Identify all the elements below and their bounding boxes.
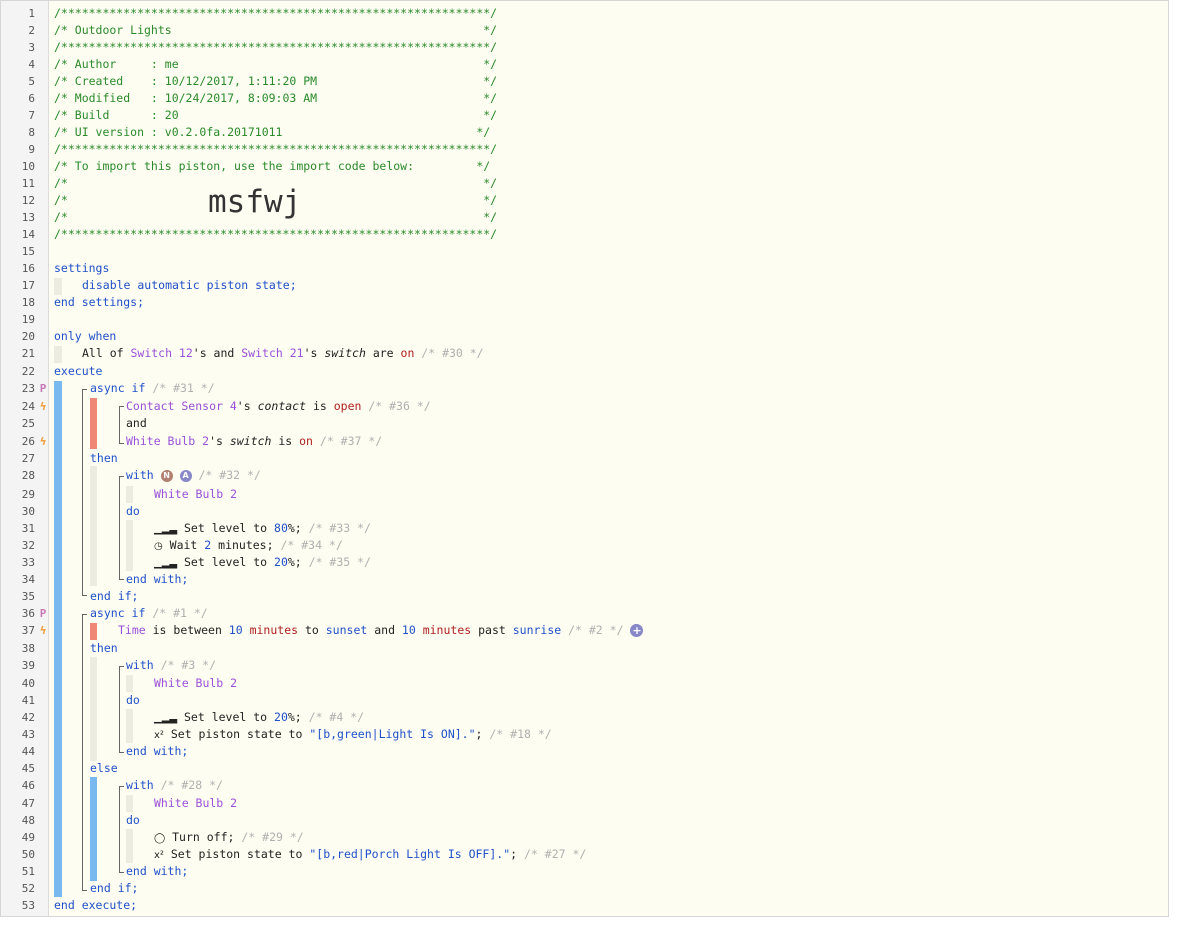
action-text: Wait [162,538,205,552]
execute-end: end execute; [54,898,138,912]
statement-id: /* #33 */ [301,521,371,535]
statement-id: /* #3 */ [153,658,217,672]
signal-bars-icon: ▁▂▃ [154,713,178,724]
execute-keyword: execute [54,364,103,378]
statement-id: /* #4 */ [301,710,365,724]
import-code[interactable]: msfwj [208,184,301,220]
if2-else-action-1[interactable]: ◯ Turn off; /* #29 */ [154,829,304,847]
lightning-icon: ϟ [39,400,47,413]
settings-statement[interactable]: disable automatic piston state; [82,277,297,294]
superscript-x-icon: x² [154,850,164,861]
statement-id: /* #29 */ [234,830,304,844]
superscript-x-icon: x² [154,730,164,741]
if2-action-1[interactable]: ▁▂▃ Set level to 20%; /* #4 */ [154,709,364,727]
header-title: /* Outdoor Lights */ [54,23,498,37]
statement-id: /* #18 */ [482,727,552,741]
action-text: Set piston state to [163,727,310,741]
with-keyword: with [126,778,154,792]
power-icon: ◯ [154,833,166,844]
statement-id: /* #35 */ [301,555,371,569]
if1-end-if: end if; [90,589,139,603]
n-badge-icon: N [160,469,173,482]
value-text: on [400,346,415,360]
action-text: Set piston state to [163,847,310,861]
if2-with[interactable]: with /* #3 */ [126,657,216,674]
if1-action-3[interactable]: ▁▂▃ Set level to 20%; /* #35 */ [154,554,371,572]
value-number: 20 [274,710,288,724]
if2-else-end-with: end with; [126,864,189,878]
a-badge-icon: A [179,469,192,482]
header-import-line: /* To import this piston, use the import… [54,159,491,173]
action-text: Turn off; [165,830,235,844]
if2-end-with: end with; [126,744,189,758]
if2-end-if: end if; [90,881,139,895]
p-icon: P [39,382,47,395]
if1-action-1[interactable]: ▁▂▃ Set level to 80%; /* #33 */ [154,520,371,538]
line-number: 15 [21,245,35,258]
if1-do: do [126,504,140,518]
action-text: Set level to [177,555,275,569]
only-when-condition[interactable]: All of Switch 12's and Switch 21's switc… [82,345,484,362]
header-border: /***************************************… [54,142,498,156]
if1-then: then [90,451,118,465]
header-created: /* Created : 10/12/2017, 1:11:20 PM */ [54,74,498,88]
if2-do: do [126,693,140,707]
action-text: %; [287,555,302,569]
statement-id: /* #30 */ [414,346,484,360]
if2-else: else [90,761,118,775]
cond-text: All of [82,346,131,360]
if2-else-with[interactable]: with /* #28 */ [126,777,223,794]
device-name: Switch 12 [130,346,193,360]
piston-editor: 1 2 3 4 5 6 7 8 9 10 11 12 13 14 15 16 17 18 19 20 21 22 23 24 2… [0,0,1169,917]
lightning-icon: ϟ [39,435,47,448]
cond-text: are [365,346,401,360]
header-author: /* Author : me */ [54,57,498,71]
if1-with[interactable]: with N A /* #32 */ [126,467,261,484]
clock-icon: ◷ [154,541,163,552]
cond-text: 's [303,346,325,360]
settings-keyword[interactable]: settings [54,260,109,277]
statement-id: /* #27 */ [517,847,587,861]
if1-end-with: end with; [126,572,189,586]
with-keyword: with [126,658,154,672]
value-string: "[b,red|Porch Light Is OFF]." [309,847,511,861]
signal-bars-icon: ▁▂▃ [154,524,178,535]
header-border: /***************************************… [54,6,498,20]
attribute-name: switch [324,346,366,360]
with-keyword: with [126,468,154,482]
action-text: %; [287,521,302,535]
p-icon: P [39,607,47,620]
value-number: 20 [274,555,288,569]
if2-then: then [90,641,118,655]
header-border: /***************************************… [54,227,498,241]
device-name: Switch 21 [241,346,304,360]
only-when-keyword[interactable]: only when [54,328,116,345]
line-number: 19 [21,313,35,326]
value-number: 80 [274,521,288,535]
if1-action-2[interactable]: ◷ Wait 2 minutes; /* #34 */ [154,537,343,555]
statement-id: /* #32 */ [191,468,261,482]
cond-text: 's and [192,346,242,360]
if2-else-action-2[interactable]: x² Set piston state to "[b,red|Porch Lig… [154,846,586,864]
header-border: /***************************************… [54,40,498,54]
if1-and-operator[interactable]: and [126,415,147,432]
action-text: %; [287,710,302,724]
if2-action-2[interactable]: x² Set piston state to "[b,green|Light I… [154,726,552,744]
header-modified: /* Modified : 10/24/2017, 8:09:03 AM */ [54,91,498,105]
signal-bars-icon: ▁▂▃ [154,558,178,569]
lightning-icon: ϟ [39,624,47,637]
if2-else-do: do [126,813,140,827]
header-build: /* Build : 20 */ [54,108,498,122]
action-text: minutes; [211,538,274,552]
settings-end: end settings; [54,295,145,309]
if2-device[interactable]: White Bulb 2 [154,675,237,692]
header-ui-version: /* UI version : v0.2.0fa.20171011 */ [54,125,491,139]
action-text: Set level to [177,521,275,535]
if2-else-device[interactable]: White Bulb 2 [154,795,237,812]
value-string: "[b,green|Light Is ON]." [309,727,476,741]
if1-device[interactable]: White Bulb 2 [154,486,237,503]
action-text: Set level to [177,710,275,724]
statement-id: /* #34 */ [273,538,343,552]
statement-id: /* #28 */ [153,778,223,792]
